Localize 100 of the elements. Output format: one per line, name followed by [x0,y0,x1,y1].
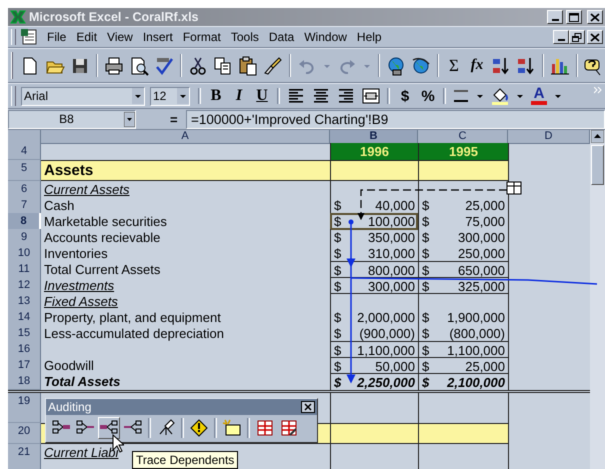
merge-center-icon[interactable] [361,86,381,106]
currency-sign: $ [422,262,430,278]
restore-icon [572,32,582,42]
currency-sign: $ [334,262,342,278]
warning-icon [189,418,209,438]
row-header[interactable]: 4 [8,143,41,160]
currency-sign: $ [422,198,430,213]
dropdown-arrow-icon[interactable] [124,112,135,126]
menu-item[interactable]: Help [352,30,387,44]
minimize-button[interactable] [553,30,569,44]
underline-button[interactable]: U [251,85,273,107]
toolbar-button[interactable] [188,417,210,439]
menu-item[interactable]: Insert [138,30,178,44]
row-header[interactable]: 11 [8,261,41,278]
column-header[interactable]: D [508,130,590,144]
amount: 25,000 [465,198,505,213]
currency-sign: $ [422,230,430,245]
paste-icon[interactable] [238,56,258,76]
currency-sign: $ [334,342,342,358]
menu-item[interactable]: File [42,30,72,44]
row-header[interactable]: 18 [8,373,41,390]
currency-sign: $ [334,358,342,374]
toolbar-button[interactable] [98,417,120,439]
amount: 40,000 [375,198,415,213]
row-header[interactable]: 12 [8,277,41,294]
currency-sign: $ [422,278,430,294]
row-label: Property, plant, and equipment [44,310,221,325]
spelling-icon[interactable] [154,56,174,76]
row-label: Total Current Assets [44,262,160,277]
amount: 1,100,000 [447,342,505,358]
row-header[interactable]: 19 [8,393,41,423]
bold-button[interactable]: B [205,85,227,107]
row-header[interactable]: 10 [8,245,41,262]
currency-sign: $ [334,278,342,294]
amount: 300,000 [368,278,415,294]
amount: 50,000 [375,358,415,374]
percent-button[interactable]: % [417,85,439,107]
name-box[interactable]: B8 [8,110,136,128]
row-header[interactable]: 8 [8,213,41,230]
year-heading: 1995 [449,144,478,159]
row-label: Less-accumulated depreciation [44,326,224,341]
active-cell[interactable]: $ 100,000 [330,213,418,230]
font-field[interactable]: Arial [21,86,145,106]
row-header[interactable]: 14 [8,309,41,326]
currency-sign: $ [422,214,430,229]
printer-icon[interactable] [104,56,124,76]
row-header[interactable]: 20 [8,423,41,444]
menu-item[interactable]: Window [299,30,352,44]
function-button[interactable]: fx [466,54,488,76]
vertical-scrollbar[interactable] [590,130,605,469]
autosum-button[interactable]: Σ [443,54,465,76]
font-color-button[interactable]: A [528,85,550,107]
row-header[interactable]: 17 [8,357,41,374]
row-header[interactable]: 5 [8,160,41,181]
formula-field[interactable]: =100000+'Improved Charting'!B9 [186,110,605,128]
row-header[interactable]: 13 [8,293,41,310]
italic-button[interactable]: I [228,85,250,107]
scroll-up-icon[interactable] [591,130,604,143]
close-icon [590,32,600,42]
sort-descending-icon[interactable] [516,56,536,76]
column-header[interactable]: B [330,130,418,144]
paintbrush-icon[interactable] [263,56,283,76]
close-button[interactable] [587,10,603,24]
subheading: Investments [44,278,114,293]
currency-sign: $ [334,230,342,245]
print-preview-icon[interactable] [129,56,149,76]
menu-item[interactable]: Data [264,30,300,44]
globe-icon[interactable] [386,56,406,76]
row-label: Marketable securities [44,214,167,229]
font-size-field[interactable]: 12 [150,86,190,106]
workbook-icon[interactable] [20,29,38,45]
row-header[interactable]: 6 [8,181,41,198]
fill-bucket-icon[interactable] [490,86,510,106]
currency-button[interactable]: $ [394,85,416,107]
globe-link-icon[interactable] [411,56,431,76]
amount: 350,000 [368,230,415,245]
menu-item[interactable]: View [102,30,138,44]
menu-item[interactable]: Format [178,30,226,44]
close-icon[interactable] [301,401,315,413]
sort-ascending-icon[interactable] [491,56,511,76]
scissors-icon[interactable] [188,56,208,76]
currency-sign: $ [334,326,342,341]
currency-sign: $ [422,326,430,341]
row-header[interactable]: 9 [8,229,41,246]
row-header[interactable]: 15 [8,325,41,342]
comment-icon [222,418,242,438]
row-header[interactable]: 21 [8,444,41,461]
scroll-thumb[interactable] [591,145,604,185]
amount: 650,000 [458,262,505,278]
row-header[interactable]: 7 [8,197,41,214]
minimize-button[interactable] [547,10,563,24]
row-header[interactable]: 16 [8,341,41,358]
currency-sign: $ [334,310,342,325]
copy-icon[interactable] [213,56,233,76]
restore-button[interactable] [569,30,585,44]
column-header[interactable]: A [41,130,330,144]
menu-item[interactable]: Edit [71,30,102,44]
maximize-button[interactable] [566,10,582,24]
close-button[interactable] [587,30,603,44]
menu-item[interactable]: Tools [226,30,264,44]
